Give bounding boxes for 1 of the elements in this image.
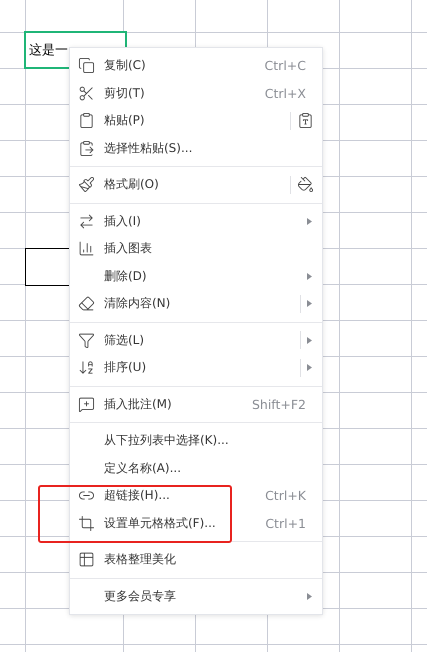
cell-text: 这是一 <box>29 42 68 59</box>
